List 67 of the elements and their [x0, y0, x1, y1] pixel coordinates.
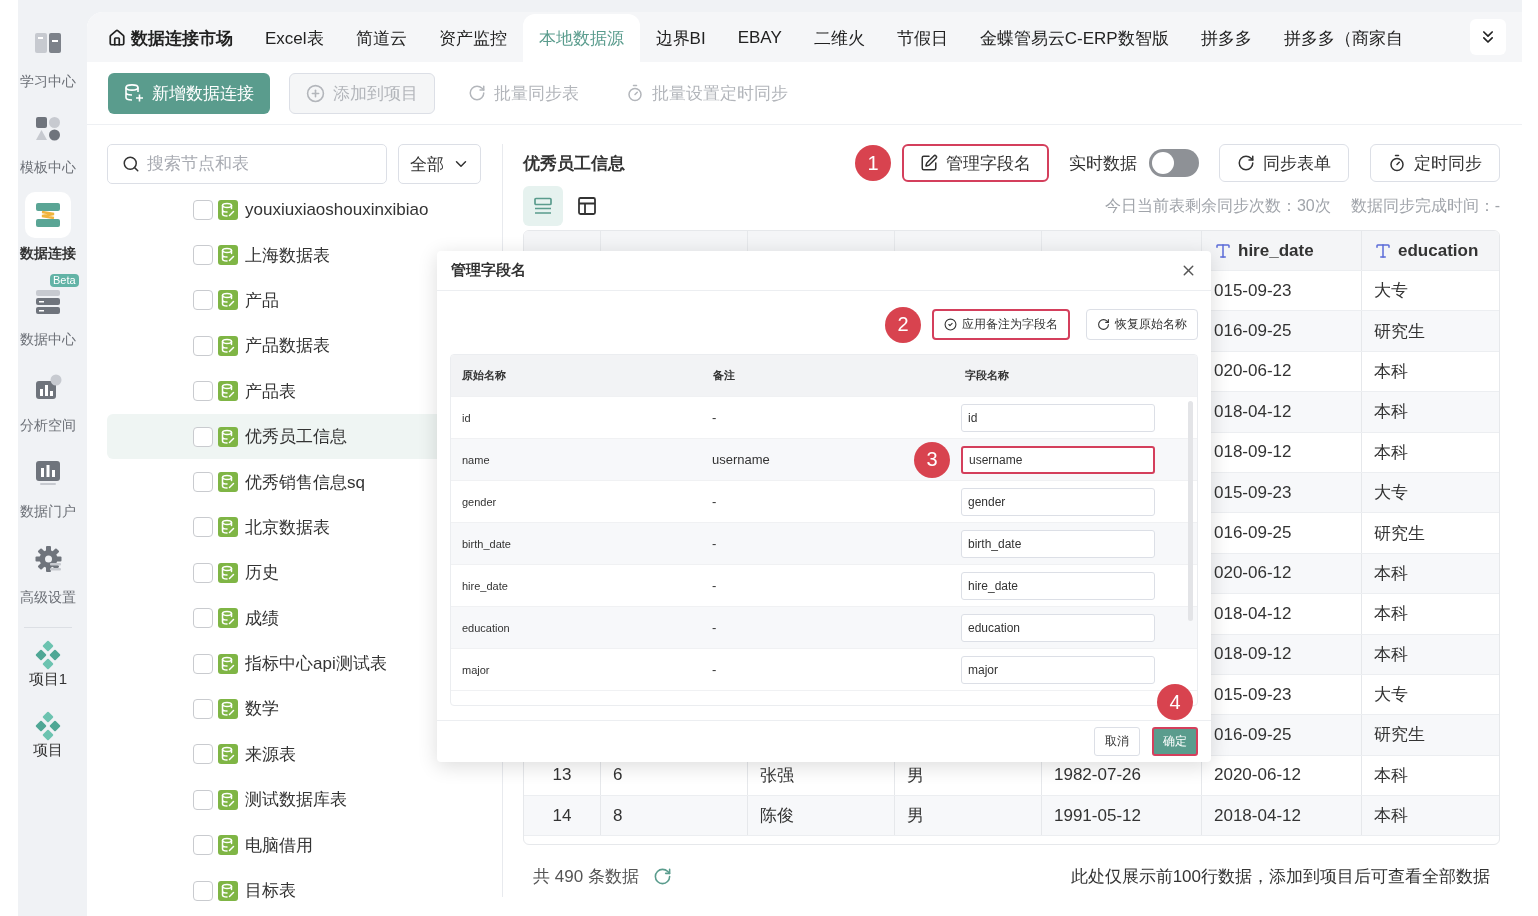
table-cell: 6	[613, 765, 623, 786]
table-cell-text: 本科	[1374, 360, 1408, 383]
table-cell-text: 研究生	[1374, 522, 1425, 545]
table-cell: id	[462, 411, 471, 424]
table-cell: 016-09-25	[1214, 321, 1292, 342]
table-cell: 13	[552, 765, 572, 786]
table-cell-text: 本科	[1374, 603, 1408, 626]
table-cell-text: 本科	[1374, 643, 1408, 666]
sync-info-text: 今日当前表剩余同步次数：30次	[1104, 195, 1331, 216]
step-marker: 3	[914, 441, 950, 478]
table-cell-text: 大专	[1374, 684, 1408, 707]
table-cell-text: 本科	[1374, 562, 1408, 585]
table-cell: -	[712, 494, 717, 509]
sync-info-text: 数据同步完成时间：-	[1350, 195, 1500, 216]
table-cell: 016-09-25	[1214, 523, 1292, 544]
table-cell: 015-09-23	[1214, 280, 1292, 301]
row-count-text: 共 490 条数据	[533, 865, 639, 888]
column-header: 备注	[712, 368, 736, 383]
table-cell-text: 大专	[1374, 482, 1408, 505]
table-cell: 018-04-12	[1214, 401, 1292, 422]
table-cell-text: 研究生	[1374, 724, 1425, 747]
table-cell: 020-06-12	[1214, 361, 1292, 382]
table-cell: 015-09-23	[1214, 684, 1292, 705]
table-cell: major	[462, 663, 490, 676]
table-cell: username	[712, 452, 770, 467]
beta-tag: Beta	[50, 274, 79, 287]
table-cell: 1991-05-12	[1054, 805, 1141, 826]
table-cell: 015-09-23	[1214, 482, 1292, 503]
table-cell-text: 大专	[1374, 280, 1408, 303]
table-cell: 016-09-25	[1214, 725, 1292, 745]
table-cell: birth_date	[462, 537, 511, 550]
table-cell: education	[462, 621, 510, 634]
table-cell: 2018-04-12	[1214, 805, 1301, 826]
toggle-label: 实时数据	[1069, 152, 1137, 175]
table-cell: 018-09-12	[1214, 644, 1292, 665]
table-cell-text: 男	[907, 764, 924, 787]
table-cell-text: 本科	[1374, 441, 1408, 464]
column-header: education	[1398, 240, 1479, 261]
table-cell-text: 本科	[1374, 805, 1408, 828]
preview-note: 此处仅展示前100行数据，添加到项目后可查看全部数据	[1070, 865, 1490, 888]
column-header: hire_date	[1238, 240, 1314, 261]
step-marker: 1	[855, 145, 891, 181]
table-cell: 020-06-12	[1214, 563, 1292, 584]
table-cell: -	[712, 536, 717, 551]
table-cell: 1982-07-26	[1054, 765, 1141, 786]
step-marker: 4	[1157, 684, 1193, 720]
table-cell: -	[712, 410, 717, 425]
table-cell: gender	[462, 495, 497, 508]
table-cell: -	[712, 620, 717, 635]
table-cell: 14	[552, 805, 572, 826]
table-cell-text: 张强	[760, 764, 794, 787]
table-cell: 2020-06-12	[1214, 765, 1301, 786]
table-cell: 018-04-12	[1214, 603, 1292, 624]
column-header: 原始名称	[461, 368, 507, 383]
table-cell-text: 男	[907, 805, 924, 828]
table-title: 优秀员工信息	[523, 152, 625, 175]
table-cell-text: 本科	[1374, 764, 1408, 787]
step-marker: 2	[885, 306, 921, 343]
table-cell-text: 本科	[1374, 401, 1408, 424]
table-cell: 018-09-12	[1214, 442, 1292, 463]
table-cell: hire_date	[462, 579, 508, 592]
table-cell: 8	[613, 805, 623, 826]
table-cell-text: 陈俊	[760, 805, 794, 828]
table-cell-text: 研究生	[1374, 320, 1425, 343]
table-cell: -	[712, 578, 717, 593]
column-header: 字段名称	[964, 368, 1010, 383]
table-cell: -	[712, 662, 717, 677]
